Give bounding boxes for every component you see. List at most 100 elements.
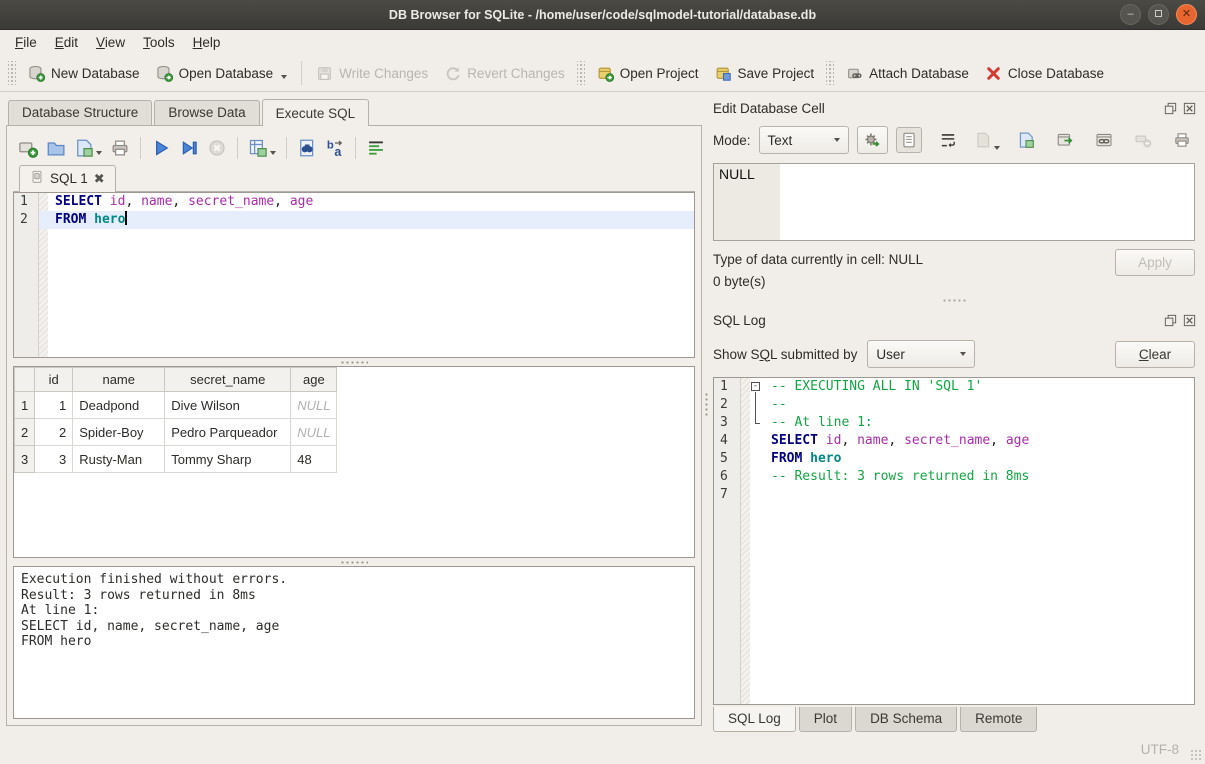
new-database-icon	[28, 65, 45, 82]
row-header[interactable]: 2	[15, 419, 35, 446]
float-panel-icon[interactable]	[1163, 101, 1178, 116]
write-changes-button[interactable]: Write Changes	[308, 60, 436, 87]
minimize-icon[interactable]: –	[1120, 4, 1141, 25]
menu-view[interactable]: View	[87, 32, 134, 53]
print-cell-button[interactable]	[1169, 127, 1195, 153]
cell-id[interactable]: 2	[35, 419, 73, 446]
menu-help[interactable]: Help	[184, 32, 230, 53]
save-project-button[interactable]: Save Project	[707, 60, 823, 87]
save-sql-file-button[interactable]	[71, 135, 105, 161]
open-project-button[interactable]: Open Project	[589, 60, 707, 87]
fold-toggle-icon[interactable]: -	[750, 378, 764, 396]
editor-results-splitter[interactable]	[13, 358, 695, 366]
text-view-button[interactable]	[896, 127, 922, 153]
row-header[interactable]: 1	[15, 392, 35, 419]
column-header-id[interactable]: id	[35, 368, 73, 392]
stop-button[interactable]	[204, 135, 230, 161]
set-null-button[interactable]	[1130, 127, 1156, 153]
dock-splitter[interactable]	[711, 295, 1197, 307]
dock-tab-remote[interactable]: Remote	[960, 707, 1037, 732]
corner-header[interactable]	[15, 368, 35, 392]
cell-secret_name[interactable]: Pedro Parqueador	[165, 419, 291, 446]
main-splitter[interactable]	[702, 92, 711, 735]
sql-log-view[interactable]: 1--- EXECUTING ALL IN 'SQL 1'2--3-- At l…	[713, 377, 1195, 705]
cell-secret_name[interactable]: Tommy Sharp	[165, 446, 291, 473]
save-results-button[interactable]	[245, 135, 279, 161]
code-line: 2--	[714, 396, 1194, 414]
cell-age[interactable]: NULL	[291, 392, 337, 419]
new-sql-tab-button[interactable]	[15, 135, 41, 161]
tab-browse-data[interactable]: Browse Data	[154, 100, 259, 125]
export-button[interactable]	[1052, 127, 1078, 153]
tab-database-structure[interactable]: Database Structure	[8, 100, 152, 125]
menu-file[interactable]: File	[6, 32, 46, 53]
mode-select[interactable]: Text	[759, 126, 849, 154]
close-panel-icon[interactable]	[1182, 313, 1197, 328]
revert-changes-button[interactable]: Revert Changes	[436, 60, 573, 87]
cell-editor[interactable]: NULL	[713, 163, 1195, 241]
toolbar-handle[interactable]	[8, 61, 16, 85]
close-database-button[interactable]: Close Database	[977, 60, 1112, 87]
menu-tools[interactable]: Tools	[134, 32, 184, 53]
execute-line-button[interactable]	[176, 135, 202, 161]
open-in-browser-button[interactable]	[1091, 127, 1117, 153]
execute-all-button[interactable]	[148, 135, 174, 161]
text-view-icon	[900, 131, 918, 149]
execution-messages: Execution finished without errors.Result…	[13, 566, 695, 719]
sql-editor[interactable]: 1SELECT id, name, secret_name, age2FROM …	[13, 192, 695, 358]
cell-name[interactable]: Spider-Boy	[73, 419, 165, 446]
toolbar-handle[interactable]	[826, 61, 834, 85]
code-line: 3-- At line 1:	[714, 414, 1194, 432]
toolbar-handle[interactable]	[577, 61, 585, 85]
row-header[interactable]: 3	[15, 446, 35, 473]
submitted-by-select[interactable]: User	[867, 340, 975, 368]
results-messages-splitter[interactable]	[13, 558, 695, 566]
find-button[interactable]	[294, 135, 320, 161]
dock-tab-sql-log[interactable]: SQL Log	[713, 707, 796, 732]
column-header-secret_name[interactable]: secret_name	[165, 368, 291, 392]
find-replace-button[interactable]: ba	[322, 135, 348, 161]
dock-tab-plot[interactable]: Plot	[799, 707, 852, 732]
close-icon[interactable]: ✕	[1176, 4, 1197, 25]
cell-id[interactable]: 3	[35, 446, 73, 473]
cell-name[interactable]: Rusty-Man	[73, 446, 165, 473]
new-database-button[interactable]: New Database	[20, 60, 148, 87]
format-sql-icon	[366, 138, 386, 158]
cell-id[interactable]: 1	[35, 392, 73, 419]
maximize-icon[interactable]	[1148, 4, 1169, 25]
close-sql-tab-icon[interactable]: ✖	[94, 171, 105, 187]
cell-size-info: 0 byte(s)	[713, 271, 1115, 293]
column-header-age[interactable]: age	[291, 368, 337, 392]
format-sql-button[interactable]	[363, 135, 389, 161]
open-sql-file-button[interactable]	[43, 135, 69, 161]
chevron-down-icon	[960, 352, 966, 356]
apply-button[interactable]: Apply	[1115, 249, 1195, 276]
code-line: 7	[714, 486, 1194, 504]
dock-tab-db-schema[interactable]: DB Schema	[855, 707, 957, 732]
menu-edit[interactable]: Edit	[46, 32, 87, 53]
cell-name[interactable]: Deadpond	[73, 392, 165, 419]
tab-execute-sql[interactable]: Execute SQL	[262, 99, 370, 126]
import-button[interactable]	[974, 127, 1000, 153]
column-header-name[interactable]: name	[73, 368, 165, 392]
open-database-button[interactable]: Open Database	[148, 60, 296, 87]
line-number: 2	[714, 396, 741, 414]
code-text: SELECT id, name, secret_name, age	[48, 193, 694, 211]
attach-database-button[interactable]: Attach Database	[838, 60, 977, 87]
code-line: 5FROM hero	[714, 450, 1194, 468]
print-button[interactable]	[107, 135, 133, 161]
cell-secret_name[interactable]: Dive Wilson	[165, 392, 291, 419]
cell-age[interactable]: 48	[291, 446, 337, 473]
close-panel-icon[interactable]	[1182, 101, 1197, 116]
clear-log-button[interactable]: Clear	[1115, 341, 1195, 368]
sql-tab[interactable]: SQL 1 ✖	[19, 165, 116, 192]
auto-switch-mode-button[interactable]	[857, 126, 888, 154]
cell-age[interactable]: NULL	[291, 419, 337, 446]
resize-grip[interactable]	[1190, 749, 1203, 762]
save-as-button[interactable]	[1013, 127, 1039, 153]
toolbar-separator	[237, 137, 238, 159]
fold-margin	[741, 486, 750, 504]
float-panel-icon[interactable]	[1163, 313, 1178, 328]
toolbar-separator	[301, 61, 302, 85]
word-wrap-button[interactable]	[935, 127, 961, 153]
